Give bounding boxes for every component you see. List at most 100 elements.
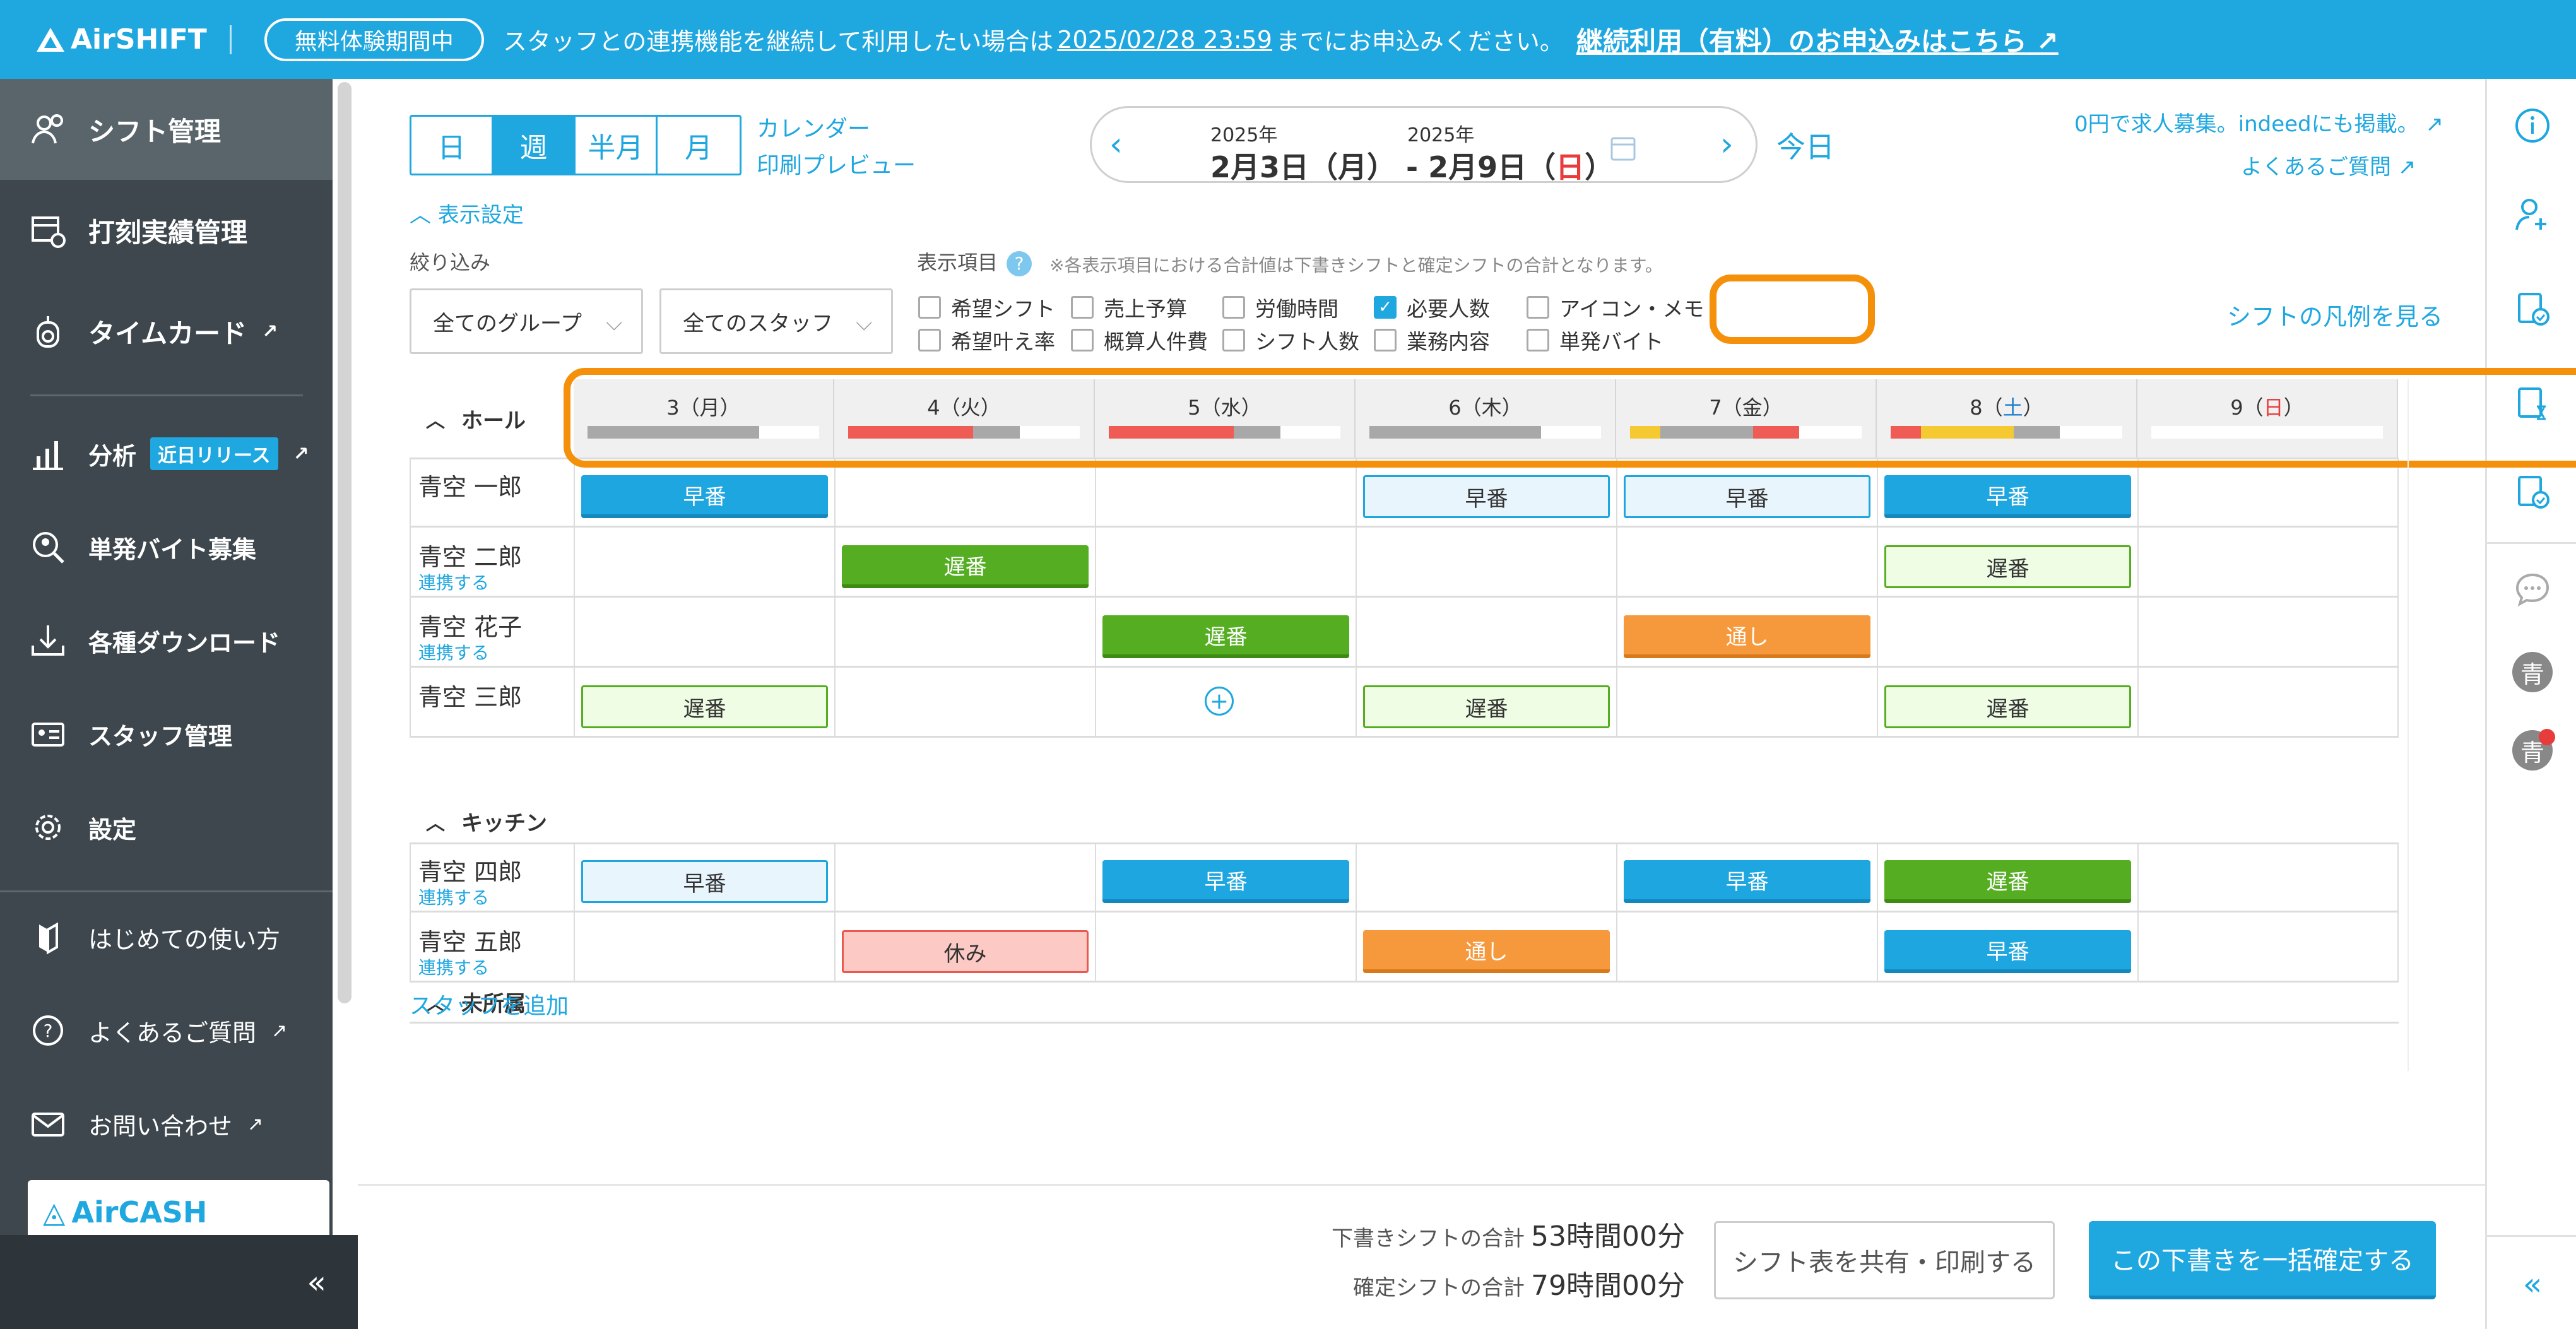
shift-cell[interactable]: 早番: [574, 458, 834, 526]
confirm-all-button[interactable]: この下書きを一括確定する: [2089, 1221, 2436, 1299]
checkbox-icon-memo[interactable]: アイコン・メモ: [1527, 292, 1704, 322]
shift-cell[interactable]: 遅番: [1877, 842, 2137, 911]
shift-cell[interactable]: [1095, 458, 1356, 526]
view-halfmonth-button[interactable]: 半月: [576, 117, 658, 174]
shift-block[interactable]: 早番: [1624, 475, 1870, 518]
sidebar-item-timecard[interactable]: タイムカード ↗: [0, 281, 333, 382]
shift-block[interactable]: 早番: [1884, 475, 2131, 518]
collapse-sidebar-button[interactable]: «: [0, 1235, 358, 1329]
shift-block[interactable]: 遅番: [1884, 860, 2131, 903]
shift-cell[interactable]: [2137, 913, 2398, 981]
shift-cell[interactable]: 通し: [1356, 913, 1616, 981]
shift-cell[interactable]: [574, 913, 834, 981]
checkbox-single-job[interactable]: 単発バイト: [1527, 325, 1663, 355]
add-staff-link[interactable]: スタッフを追加: [410, 988, 569, 1020]
shift-cell[interactable]: 早番: [1877, 913, 2137, 981]
sidebar-item-faq[interactable]: ? よくあるご質問 ↗: [0, 984, 333, 1077]
shift-cell[interactable]: [1356, 842, 1616, 911]
shift-cell[interactable]: 遅番: [1356, 668, 1616, 736]
shift-block[interactable]: 遅番: [581, 685, 828, 728]
shift-cell[interactable]: [1356, 528, 1616, 596]
add-shift-icon[interactable]: +: [1205, 687, 1234, 716]
shift-block[interactable]: 休み: [842, 930, 1089, 973]
staff-name[interactable]: 青空 二郎: [418, 538, 522, 572]
calendar-link[interactable]: カレンダー: [757, 110, 870, 143]
info-icon[interactable]: [2514, 107, 2551, 145]
shift-cell[interactable]: [1616, 668, 1877, 736]
shift-legend-link[interactable]: シフトの凡例を見る: [2227, 297, 2443, 332]
help-icon[interactable]: ?: [1007, 251, 1032, 276]
doc-check-icon[interactable]: [2514, 290, 2551, 328]
shift-cell[interactable]: 遅番: [834, 528, 1095, 596]
staff-name[interactable]: 青空 五郎: [418, 923, 522, 957]
link-staff-link[interactable]: 連携する: [418, 639, 489, 664]
staff-name[interactable]: 青空 一郎: [418, 468, 522, 502]
group-select[interactable]: 全てのグループ ⌵: [410, 288, 643, 354]
shift-cell[interactable]: [2137, 458, 2398, 526]
shift-cell[interactable]: 早番: [1095, 842, 1356, 911]
view-week-button[interactable]: 週: [493, 117, 576, 174]
collapse-right-icon[interactable]: «: [2514, 1265, 2551, 1303]
shift-block[interactable]: 早番: [581, 860, 828, 903]
shift-cell[interactable]: 早番: [1616, 458, 1877, 526]
shift-cell[interactable]: [1356, 598, 1616, 666]
next-week-button[interactable]: ›: [1720, 126, 1734, 163]
prev-week-button[interactable]: ‹: [1109, 126, 1123, 163]
shift-block[interactable]: 通し: [1624, 615, 1870, 658]
link-staff-link[interactable]: 連携する: [418, 954, 489, 979]
shift-block[interactable]: 遅番: [1363, 685, 1610, 728]
shift-block[interactable]: 通し: [1363, 930, 1610, 973]
shift-cell[interactable]: [1095, 528, 1356, 596]
share-print-button[interactable]: シフト表を共有・印刷する: [1714, 1221, 2055, 1299]
sidebar-item-staff[interactable]: スタッフ管理: [0, 687, 333, 781]
airshift-logo[interactable]: AirSHIFT: [37, 23, 207, 56]
shift-cell[interactable]: [834, 458, 1095, 526]
today-button[interactable]: 今日: [1776, 124, 1835, 166]
shift-cell[interactable]: 通し: [1616, 598, 1877, 666]
shift-cell[interactable]: [574, 528, 834, 596]
shift-cell[interactable]: [834, 842, 1095, 911]
staff-name[interactable]: 青空 三郎: [418, 678, 522, 712]
shift-cell[interactable]: [2137, 842, 2398, 911]
checkbox-required-count[interactable]: ✓ 必要人数: [1374, 292, 1490, 322]
shift-cell[interactable]: [2137, 668, 2398, 736]
staff-name[interactable]: 青空 四郎: [418, 853, 522, 887]
shift-block[interactable]: 早番: [1363, 475, 1610, 518]
checkbox-work-hours[interactable]: 労働時間: [1222, 292, 1338, 322]
shift-block[interactable]: 遅番: [1102, 615, 1349, 658]
avatar[interactable]: 青: [2512, 652, 2553, 692]
sidebar-item-download[interactable]: 各種ダウンロード: [0, 594, 333, 687]
shift-cell[interactable]: [1877, 598, 2137, 666]
trial-badge[interactable]: 無料体験期間中: [264, 18, 484, 61]
shift-block[interactable]: 早番: [1624, 860, 1870, 903]
link-staff-link[interactable]: 連携する: [418, 569, 489, 594]
shift-block[interactable]: 早番: [581, 475, 828, 518]
shift-cell[interactable]: 遅番: [1095, 598, 1356, 666]
chat-icon[interactable]: [2514, 570, 2551, 608]
job-posting-link[interactable]: 0円で求人募集。indeedにも掲載。 ↗: [2074, 107, 2443, 138]
shift-cell[interactable]: 早番: [1616, 842, 1877, 911]
shift-cell[interactable]: 遅番: [574, 668, 834, 736]
faq-link[interactable]: よくあるご質問 ↗: [2241, 150, 2416, 180]
shift-cell[interactable]: [1616, 913, 1877, 981]
checkbox-labor-cost[interactable]: 概算人件費: [1071, 325, 1208, 355]
add-user-icon[interactable]: [2514, 195, 2551, 233]
grid-scrollbar[interactable]: [2408, 379, 2435, 1071]
shift-cell[interactable]: [834, 668, 1095, 736]
view-day-button[interactable]: 日: [411, 117, 493, 174]
shift-block[interactable]: 早番: [1884, 930, 2131, 973]
checkbox-shift-count[interactable]: シフト人数: [1222, 325, 1359, 355]
shift-cell[interactable]: 早番: [1877, 458, 2137, 526]
shift-cell[interactable]: +: [1095, 668, 1356, 736]
group-header-kitchen[interactable]: ︿ キッチン: [410, 806, 547, 837]
checkbox-wish-rate[interactable]: 希望叶え率: [918, 325, 1055, 355]
print-preview-link[interactable]: 印刷プレビュー: [757, 147, 916, 180]
sidebar-item-shift[interactable]: シフト管理: [0, 79, 333, 180]
sidebar-scrollbar[interactable]: [338, 82, 352, 1003]
sidebar-item-analysis[interactable]: 分析 近日リリース ↗: [0, 407, 333, 500]
staff-select[interactable]: 全てのスタッフ ⌵: [659, 288, 893, 354]
shift-cell[interactable]: 遅番: [1877, 528, 2137, 596]
link-staff-link[interactable]: 連携する: [418, 884, 489, 909]
shift-cell[interactable]: [2137, 528, 2398, 596]
checkbox-work-content[interactable]: 業務内容: [1374, 325, 1490, 355]
